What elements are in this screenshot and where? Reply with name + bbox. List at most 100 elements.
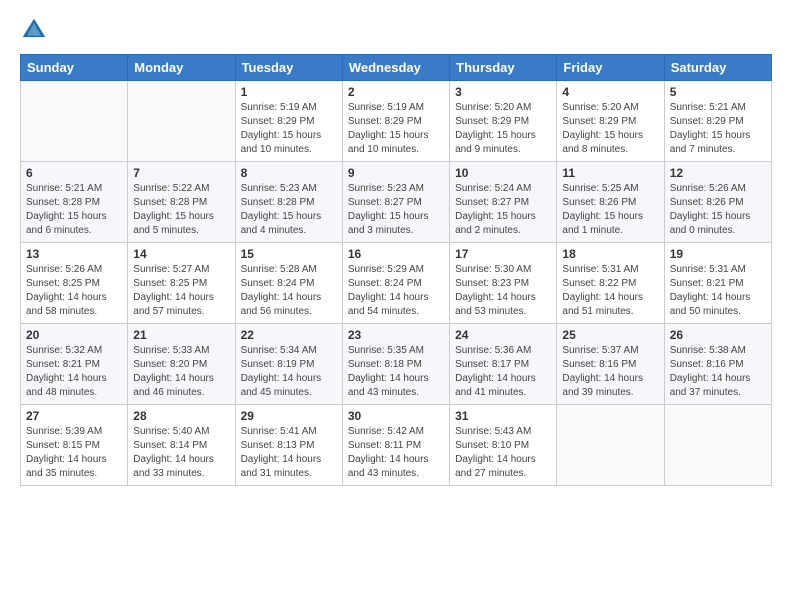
- calendar-cell: [664, 405, 771, 486]
- calendar-cell: 5 Sunrise: 5:21 AM Sunset: 8:29 PM Daylig…: [664, 81, 771, 162]
- day-number: 20: [26, 328, 122, 342]
- calendar-cell: 16 Sunrise: 5:29 AM Sunset: 8:24 PM Dayli…: [342, 243, 449, 324]
- calendar-week-row: 1Sunrise: 5:19 AM Sunset: 8:29 PM Daylig…: [21, 81, 772, 162]
- calendar-table: SundayMondayTuesdayWednesdayThursdayFrid…: [20, 54, 772, 486]
- day-number: 22: [241, 328, 337, 342]
- calendar-cell: [21, 81, 128, 162]
- day-info: Sunrise: 5:27 AM Sunset: 8:25 PM Dayligh…: [133, 263, 229, 319]
- day-number: 14: [133, 247, 229, 261]
- day-info: Sunrise: 5:33 AM Sunset: 8:20 PM Dayligh…: [133, 344, 229, 400]
- day-info: Sunrise: 5:26 AM Sunset: 8:26 PM Dayligh…: [670, 182, 766, 238]
- logo-icon: [20, 16, 48, 44]
- day-info: Sunrise: 5:20 AM Sunset: 8:29 PM Dayligh…: [562, 101, 658, 157]
- calendar-cell: [557, 405, 664, 486]
- day-info: Sunrise: 5:22 AM Sunset: 8:28 PM Dayligh…: [133, 182, 229, 238]
- calendar-cell: 15 Sunrise: 5:28 AM Sunset: 8:24 PM Dayli…: [235, 243, 342, 324]
- calendar-cell: 25 Sunrise: 5:37 AM Sunset: 8:16 PM Dayli…: [557, 324, 664, 405]
- calendar-cell: 3 Sunrise: 5:20 AM Sunset: 8:29 PM Daylig…: [450, 81, 557, 162]
- day-number: 18: [562, 247, 658, 261]
- calendar-cell: 19 Sunrise: 5:31 AM Sunset: 8:21 PM Dayli…: [664, 243, 771, 324]
- day-info: Sunrise: 5:38 AM Sunset: 8:16 PM Dayligh…: [670, 344, 766, 400]
- day-info: Sunrise: 5:30 AM Sunset: 8:23 PM Dayligh…: [455, 263, 551, 319]
- calendar-cell: 31 Sunrise: 5:43 AM Sunset: 8:10 PM Dayli…: [450, 405, 557, 486]
- day-number: 27: [26, 409, 122, 423]
- day-info: Sunrise: 5:31 AM Sunset: 8:22 PM Dayligh…: [562, 263, 658, 319]
- day-info: Sunrise: 5:36 AM Sunset: 8:17 PM Dayligh…: [455, 344, 551, 400]
- day-info: Sunrise: 5:21 AM Sunset: 8:29 PM Dayligh…: [670, 101, 766, 157]
- calendar-cell: 1Sunrise: 5:19 AM Sunset: 8:29 PM Daylig…: [235, 81, 342, 162]
- day-info: Sunrise: 5:41 AM Sunset: 8:13 PM Dayligh…: [241, 425, 337, 481]
- day-number: 25: [562, 328, 658, 342]
- calendar-cell: 4 Sunrise: 5:20 AM Sunset: 8:29 PM Daylig…: [557, 81, 664, 162]
- calendar-cell: 7 Sunrise: 5:22 AM Sunset: 8:28 PM Daylig…: [128, 162, 235, 243]
- calendar-week-row: 6 Sunrise: 5:21 AM Sunset: 8:28 PM Daylig…: [21, 162, 772, 243]
- calendar-cell: 9 Sunrise: 5:23 AM Sunset: 8:27 PM Daylig…: [342, 162, 449, 243]
- calendar-cell: 17Sunrise: 5:30 AM Sunset: 8:23 PM Dayli…: [450, 243, 557, 324]
- day-number: 7: [133, 166, 229, 180]
- weekday-header: Sunday: [21, 55, 128, 81]
- day-info: Sunrise: 5:21 AM Sunset: 8:28 PM Dayligh…: [26, 182, 122, 238]
- calendar-week-row: 20 Sunrise: 5:32 AM Sunset: 8:21 PM Dayli…: [21, 324, 772, 405]
- weekday-header: Saturday: [664, 55, 771, 81]
- day-number: 10: [455, 166, 551, 180]
- calendar-week-row: 27Sunrise: 5:39 AM Sunset: 8:15 PM Dayli…: [21, 405, 772, 486]
- calendar-cell: 28Sunrise: 5:40 AM Sunset: 8:14 PM Dayli…: [128, 405, 235, 486]
- calendar-cell: 27Sunrise: 5:39 AM Sunset: 8:15 PM Dayli…: [21, 405, 128, 486]
- day-info: Sunrise: 5:23 AM Sunset: 8:28 PM Dayligh…: [241, 182, 337, 238]
- day-info: Sunrise: 5:32 AM Sunset: 8:21 PM Dayligh…: [26, 344, 122, 400]
- day-info: Sunrise: 5:28 AM Sunset: 8:24 PM Dayligh…: [241, 263, 337, 319]
- day-info: Sunrise: 5:40 AM Sunset: 8:14 PM Dayligh…: [133, 425, 229, 481]
- day-info: Sunrise: 5:34 AM Sunset: 8:19 PM Dayligh…: [241, 344, 337, 400]
- day-number: 6: [26, 166, 122, 180]
- logo: [20, 16, 52, 44]
- day-info: Sunrise: 5:26 AM Sunset: 8:25 PM Dayligh…: [26, 263, 122, 319]
- day-info: Sunrise: 5:19 AM Sunset: 8:29 PM Dayligh…: [348, 101, 444, 157]
- day-info: Sunrise: 5:19 AM Sunset: 8:29 PM Dayligh…: [241, 101, 337, 157]
- day-number: 8: [241, 166, 337, 180]
- weekday-header: Monday: [128, 55, 235, 81]
- day-number: 29: [241, 409, 337, 423]
- day-number: 21: [133, 328, 229, 342]
- day-info: Sunrise: 5:23 AM Sunset: 8:27 PM Dayligh…: [348, 182, 444, 238]
- calendar-cell: 23Sunrise: 5:35 AM Sunset: 8:18 PM Dayli…: [342, 324, 449, 405]
- day-info: Sunrise: 5:42 AM Sunset: 8:11 PM Dayligh…: [348, 425, 444, 481]
- calendar-cell: 14 Sunrise: 5:27 AM Sunset: 8:25 PM Dayli…: [128, 243, 235, 324]
- calendar-cell: 22 Sunrise: 5:34 AM Sunset: 8:19 PM Dayli…: [235, 324, 342, 405]
- day-number: 9: [348, 166, 444, 180]
- day-number: 2: [348, 85, 444, 99]
- day-info: Sunrise: 5:29 AM Sunset: 8:24 PM Dayligh…: [348, 263, 444, 319]
- day-number: 26: [670, 328, 766, 342]
- day-number: 30: [348, 409, 444, 423]
- day-number: 24: [455, 328, 551, 342]
- calendar-week-row: 13 Sunrise: 5:26 AM Sunset: 8:25 PM Dayli…: [21, 243, 772, 324]
- day-info: Sunrise: 5:24 AM Sunset: 8:27 PM Dayligh…: [455, 182, 551, 238]
- weekday-header: Tuesday: [235, 55, 342, 81]
- calendar-cell: 6 Sunrise: 5:21 AM Sunset: 8:28 PM Daylig…: [21, 162, 128, 243]
- day-number: 4: [562, 85, 658, 99]
- weekday-header: Friday: [557, 55, 664, 81]
- weekday-header: Thursday: [450, 55, 557, 81]
- day-number: 12: [670, 166, 766, 180]
- day-number: 19: [670, 247, 766, 261]
- day-number: 5: [670, 85, 766, 99]
- calendar-cell: 10 Sunrise: 5:24 AM Sunset: 8:27 PM Dayli…: [450, 162, 557, 243]
- day-info: Sunrise: 5:43 AM Sunset: 8:10 PM Dayligh…: [455, 425, 551, 481]
- day-number: 15: [241, 247, 337, 261]
- calendar-cell: 8 Sunrise: 5:23 AM Sunset: 8:28 PM Daylig…: [235, 162, 342, 243]
- day-number: 13: [26, 247, 122, 261]
- calendar-cell: 20 Sunrise: 5:32 AM Sunset: 8:21 PM Dayli…: [21, 324, 128, 405]
- day-info: Sunrise: 5:25 AM Sunset: 8:26 PM Dayligh…: [562, 182, 658, 238]
- calendar-cell: 21 Sunrise: 5:33 AM Sunset: 8:20 PM Dayli…: [128, 324, 235, 405]
- day-number: 16: [348, 247, 444, 261]
- calendar-cell: 13 Sunrise: 5:26 AM Sunset: 8:25 PM Dayli…: [21, 243, 128, 324]
- day-info: Sunrise: 5:31 AM Sunset: 8:21 PM Dayligh…: [670, 263, 766, 319]
- day-number: 3: [455, 85, 551, 99]
- day-info: Sunrise: 5:20 AM Sunset: 8:29 PM Dayligh…: [455, 101, 551, 157]
- day-number: 31: [455, 409, 551, 423]
- day-info: Sunrise: 5:35 AM Sunset: 8:18 PM Dayligh…: [348, 344, 444, 400]
- calendar-cell: 2 Sunrise: 5:19 AM Sunset: 8:29 PM Daylig…: [342, 81, 449, 162]
- day-info: Sunrise: 5:37 AM Sunset: 8:16 PM Dayligh…: [562, 344, 658, 400]
- calendar-cell: 26 Sunrise: 5:38 AM Sunset: 8:16 PM Dayli…: [664, 324, 771, 405]
- weekday-header-row: SundayMondayTuesdayWednesdayThursdayFrid…: [21, 55, 772, 81]
- calendar-cell: 12 Sunrise: 5:26 AM Sunset: 8:26 PM Dayli…: [664, 162, 771, 243]
